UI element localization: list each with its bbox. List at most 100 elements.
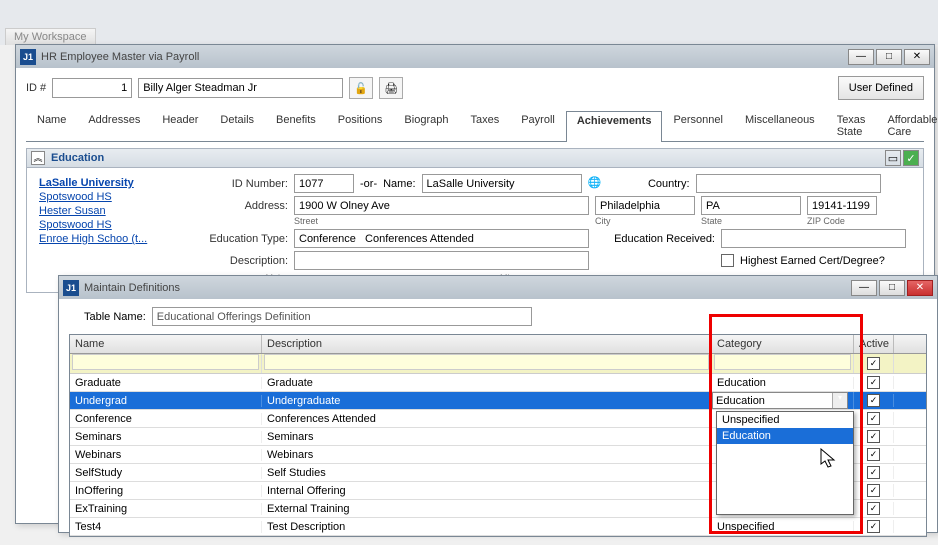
filter-row: ✓ <box>70 354 926 374</box>
active-checkbox[interactable]: ✓ <box>867 520 880 533</box>
tab-biograph[interactable]: Biograph <box>393 110 459 141</box>
section-check-icon[interactable]: ✓ <box>903 150 919 166</box>
active-checkbox[interactable]: ✓ <box>867 394 880 407</box>
globe-icon[interactable]: 🌐 <box>588 176 604 192</box>
institution-name-field[interactable] <box>422 174 582 193</box>
workspace-tab[interactable]: My Workspace <box>5 28 96 45</box>
cell-category[interactable]: Education▾ <box>712 392 854 409</box>
section-icon[interactable]: ▭ <box>885 150 901 166</box>
maximize-button[interactable]: □ <box>879 280 905 296</box>
unlock-icon[interactable]: 🔓 <box>349 77 373 99</box>
education-link[interactable]: LaSalle University <box>39 176 172 190</box>
active-checkbox[interactable]: ✓ <box>867 502 880 515</box>
col-header-active[interactable]: Active <box>854 335 894 353</box>
chevron-down-icon[interactable]: ▾ <box>832 393 847 408</box>
cell-active: ✓ <box>854 394 894 407</box>
state-field[interactable] <box>701 196 801 215</box>
cell-description: Graduate <box>262 377 712 389</box>
tab-affordable-care[interactable]: Affordable Care <box>876 110 938 141</box>
cell-name: Conference <box>70 413 262 425</box>
address-label: Address: <box>178 200 288 212</box>
cell-name: Seminars <box>70 431 262 443</box>
table-row[interactable]: Test4Test DescriptionUnspecified ✓ <box>70 518 926 536</box>
minimize-button[interactable]: — <box>851 280 877 296</box>
active-checkbox[interactable]: ✓ <box>867 376 880 389</box>
col-header-name[interactable]: Name <box>70 335 262 353</box>
highest-cert-checkbox[interactable] <box>721 254 734 267</box>
tab-payroll[interactable]: Payroll <box>510 110 566 141</box>
tab-texas-state[interactable]: Texas State <box>826 110 877 141</box>
education-link[interactable]: Spotswood HS <box>39 218 172 232</box>
city-sublabel: City <box>595 216 695 226</box>
cell-description: Test Description <box>262 521 712 533</box>
id-number-field[interactable] <box>294 174 354 193</box>
user-defined-button[interactable]: User Defined <box>838 76 924 100</box>
print-icon[interactable]: 🖨 <box>379 77 403 99</box>
description-label: Description: <box>178 255 288 267</box>
description-field[interactable] <box>294 251 589 270</box>
filter-cat[interactable] <box>714 354 851 370</box>
id-input[interactable] <box>52 78 132 98</box>
minimize-button[interactable]: — <box>848 49 874 65</box>
cell-name: ExTraining <box>70 503 262 515</box>
filter-name[interactable] <box>72 354 259 370</box>
maximize-button[interactable]: □ <box>876 49 902 65</box>
education-link[interactable]: Enroe High Schoo (t... <box>39 232 172 246</box>
cell-name: Test4 <box>70 521 262 533</box>
tab-taxes[interactable]: Taxes <box>459 110 510 141</box>
edu-type-field[interactable] <box>294 229 589 248</box>
dropdown-option[interactable]: Unspecified <box>717 412 853 428</box>
tab-personnel[interactable]: Personnel <box>662 110 734 141</box>
def-titlebar[interactable]: J1 Maintain Definitions — □ ✕ <box>59 276 937 299</box>
dropdown-option[interactable]: Education <box>717 428 853 444</box>
country-field[interactable] <box>696 174 881 193</box>
category-combobox[interactable]: Education▾ <box>712 392 848 409</box>
tab-details[interactable]: Details <box>209 110 265 141</box>
cell-name: SelfStudy <box>70 467 262 479</box>
cell-active: ✓ <box>854 466 894 479</box>
employee-name-input[interactable] <box>138 78 343 98</box>
close-button[interactable]: ✕ <box>904 49 930 65</box>
cell-description: Webinars <box>262 449 712 461</box>
active-checkbox[interactable]: ✓ <box>867 484 880 497</box>
highest-cert-label: Highest Earned Cert/Degree? <box>740 255 885 267</box>
col-header-category[interactable]: Category <box>712 335 854 353</box>
edu-received-field[interactable] <box>721 229 906 248</box>
active-checkbox[interactable]: ✓ <box>867 448 880 461</box>
cell-active: ✓ <box>854 520 894 533</box>
tab-positions[interactable]: Positions <box>327 110 394 141</box>
zip-sublabel: ZIP Code <box>807 216 877 226</box>
address-field[interactable] <box>294 196 589 215</box>
table-row[interactable]: UndergradUndergraduateEducation▾✓ <box>70 392 926 410</box>
main-titlebar[interactable]: J1 HR Employee Master via Payroll — □ ✕ <box>16 45 934 68</box>
cell-category[interactable]: Education <box>712 377 854 389</box>
table-name-field[interactable] <box>152 307 532 326</box>
close-button[interactable]: ✕ <box>907 280 933 296</box>
collapse-icon[interactable]: ︽ <box>31 151 45 165</box>
app-icon: J1 <box>20 49 36 65</box>
table-row[interactable]: GraduateGraduateEducation✓ <box>70 374 926 392</box>
table-name-label: Table Name: <box>84 311 146 323</box>
col-header-description[interactable]: Description <box>262 335 712 353</box>
active-checkbox[interactable]: ✓ <box>867 466 880 479</box>
tab-benefits[interactable]: Benefits <box>265 110 327 141</box>
education-entries-list: LaSalle UniversitySpotswood HSHester Sus… <box>33 174 178 286</box>
education-link[interactable]: Hester Susan <box>39 204 172 218</box>
id-number-label: ID Number: <box>178 178 288 190</box>
tab-miscellaneous[interactable]: Miscellaneous <box>734 110 826 141</box>
education-link[interactable]: Spotswood HS <box>39 190 172 204</box>
active-checkbox[interactable]: ✓ <box>867 430 880 443</box>
cell-category[interactable]: Unspecified <box>712 521 854 533</box>
tab-addresses[interactable]: Addresses <box>77 110 151 141</box>
filter-desc[interactable] <box>264 354 709 370</box>
tab-header[interactable]: Header <box>151 110 209 141</box>
city-field[interactable] <box>595 196 695 215</box>
cell-active: ✓ <box>854 376 894 389</box>
tab-achievements[interactable]: Achievements <box>566 111 663 142</box>
zip-field[interactable] <box>807 196 877 215</box>
active-checkbox[interactable]: ✓ <box>867 412 880 425</box>
tab-name[interactable]: Name <box>26 110 77 141</box>
filter-active-checkbox[interactable]: ✓ <box>867 357 880 370</box>
cell-active: ✓ <box>854 502 894 515</box>
cell-description: Self Studies <box>262 467 712 479</box>
